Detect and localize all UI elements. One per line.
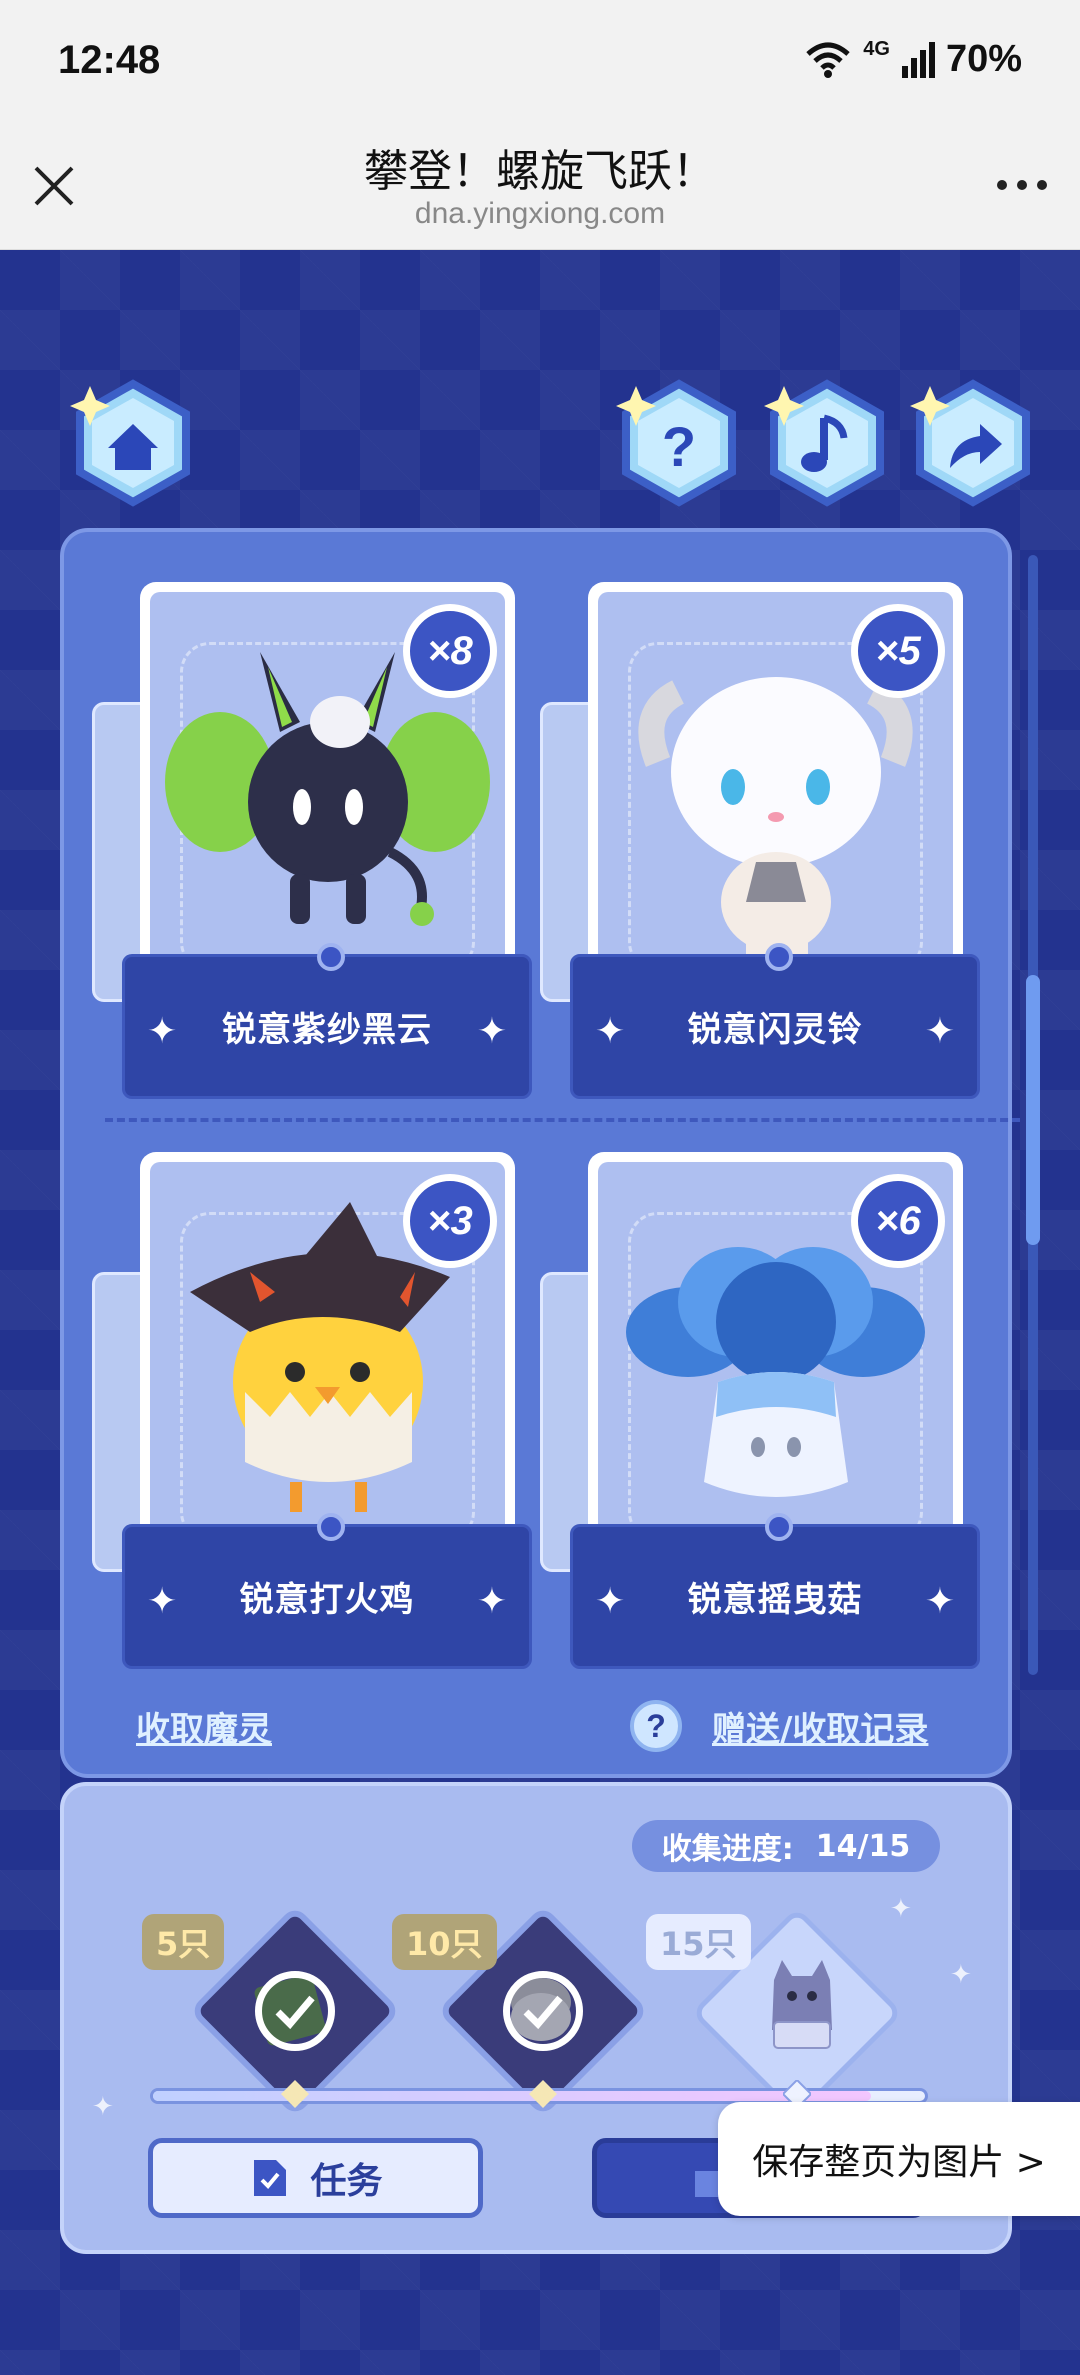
network-label: 4G: [863, 38, 890, 60]
card-label: ✦ 锐意摇曳菇 ✦: [570, 1513, 980, 1669]
count-badge: ×6: [851, 1174, 945, 1268]
svg-text:?: ?: [662, 415, 696, 478]
page-url: dna.yingxiong.com: [414, 197, 666, 230]
card-name: 锐意摇曳菇: [687, 1580, 863, 1620]
task-doc-icon: [254, 2160, 287, 2196]
sparkle-icon: ✦: [147, 1011, 178, 1052]
gift-history-link[interactable]: 赠送/收取记录: [712, 1702, 928, 1751]
browser-title-bar: 攀登！螺旋飞跃！ dna.yingxiong.com: [0, 125, 1080, 250]
card-label: ✦ 锐意打火鸡 ✦: [122, 1513, 532, 1669]
milestone-tag: 10只: [392, 1914, 497, 1970]
card-4[interactable]: ×6 ✦ 锐意摇曳菇 ✦: [540, 1152, 980, 1672]
card-art: ×5: [598, 592, 953, 1002]
share-icon: [910, 379, 1030, 507]
battery-level: 70%: [945, 38, 1022, 80]
sparkle-icon: ✦: [890, 1894, 912, 1924]
check-icon: [503, 1971, 583, 2051]
more-icon[interactable]: [992, 175, 1052, 195]
track-node-icon: [529, 2080, 557, 2108]
collection-progress: 收集进度: 14/15: [632, 1820, 940, 1872]
status-bar: 12:48 4G 70%: [0, 0, 1080, 125]
sparkle-icon: ✦: [595, 1011, 626, 1052]
card-name: 锐意紫纱黑云: [222, 1010, 432, 1050]
sparkle-icon: ✦: [147, 1581, 178, 1622]
home-button[interactable]: [68, 378, 198, 508]
wifi-icon: [806, 42, 850, 78]
card-art: ×3: [150, 1162, 505, 1572]
count-badge: ×5: [851, 604, 945, 698]
count-badge: ×3: [403, 1174, 497, 1268]
card-name: 锐意闪灵铃: [687, 1010, 863, 1050]
task-button[interactable]: 任务: [148, 2138, 483, 2218]
sparkle-icon: ✦: [950, 1960, 972, 1990]
help-button[interactable]: ?: [614, 378, 744, 508]
milestone-tag: 5只: [142, 1914, 225, 1970]
home-icon: [70, 379, 190, 507]
share-button[interactable]: [908, 378, 1038, 508]
scrollbar-thumb[interactable]: [1026, 975, 1040, 1245]
count-badge: ×8: [403, 604, 497, 698]
track-node-icon: [281, 2080, 309, 2108]
card-2[interactable]: ×5 ✦ 锐意闪灵铃 ✦: [540, 582, 980, 1102]
sparkle-icon: ✦: [476, 1011, 507, 1052]
receive-spirit-link[interactable]: 收取魔灵: [136, 1702, 272, 1751]
card-art: ×8: [150, 592, 505, 1002]
progress-label: 收集进度:: [661, 1832, 794, 1867]
progress-value: 14/15: [815, 1828, 911, 1864]
progress-fill: [153, 2091, 871, 2101]
card-name: 锐意打火鸡: [239, 1580, 415, 1620]
sparkle-icon: ✦: [924, 1011, 955, 1052]
clock: 12:48: [58, 38, 161, 82]
milestone-tag: 15只: [646, 1914, 751, 1970]
signal-icon: [901, 41, 935, 78]
help-icon: ?: [616, 379, 736, 507]
page-title: 攀登！螺旋飞跃！: [364, 146, 716, 197]
save-page-as-image-button[interactable]: 保存整页为图片 >: [718, 2102, 1080, 2216]
sparkle-icon: ✦: [924, 1581, 955, 1622]
sparkle-icon: ✦: [595, 1581, 626, 1622]
question-icon[interactable]: ?: [630, 1700, 682, 1752]
card-3[interactable]: ×3 ✦ 锐意打火鸡 ✦: [92, 1152, 532, 1672]
music-icon: [764, 379, 884, 507]
card-label: ✦ 锐意紫纱黑云 ✦: [122, 943, 532, 1099]
sparkle-icon: ✦: [92, 2092, 114, 2122]
card-label: ✦ 锐意闪灵铃 ✦: [570, 943, 980, 1099]
task-label: 任务: [310, 2161, 383, 2202]
card-art: ×6: [598, 1162, 953, 1572]
check-icon: [255, 1971, 335, 2051]
card-1[interactable]: ×8 ✦ 锐意紫纱黑云 ✦: [92, 582, 532, 1102]
music-button[interactable]: [762, 378, 892, 508]
sparkle-icon: ✦: [476, 1581, 507, 1622]
plush-cat-reward-icon: [772, 1960, 832, 2049]
card-row-divider: [105, 1118, 1020, 1122]
status-icons: 4G 70%: [803, 38, 1022, 81]
